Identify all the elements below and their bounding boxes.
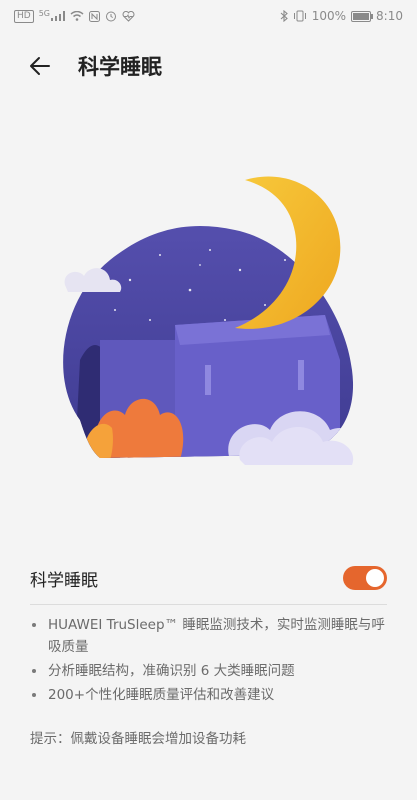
page-title: 科学睡眠 bbox=[78, 55, 162, 79]
battery-icon bbox=[351, 10, 374, 22]
bullet-dot bbox=[32, 669, 36, 673]
clock: 8:10 bbox=[376, 9, 403, 23]
list-item: 200+个性化睡眠质量评估和改善建议 bbox=[30, 684, 390, 706]
arrow-left-icon bbox=[30, 57, 50, 75]
bluetooth-icon bbox=[280, 10, 288, 22]
heart-icon bbox=[122, 10, 135, 22]
divider bbox=[30, 604, 387, 605]
network-label: 5G bbox=[38, 8, 50, 18]
hd-badge: HD bbox=[14, 9, 34, 23]
setting-label: 科学睡眠 bbox=[30, 570, 98, 591]
back-button[interactable] bbox=[16, 42, 64, 90]
app-bar: 科学睡眠 bbox=[0, 42, 417, 90]
wifi-icon bbox=[70, 11, 84, 21]
bullet-dot bbox=[32, 693, 36, 697]
vibrate-icon bbox=[293, 10, 306, 22]
signal-icon bbox=[51, 11, 65, 21]
status-bar-left: HD 5G bbox=[14, 8, 135, 23]
list-item: HUAWEI TruSleep™ 睡眠监测技术，实时监测睡眠与呼吸质量 bbox=[30, 614, 390, 658]
feature-text: 200+个性化睡眠质量评估和改善建议 bbox=[48, 687, 275, 703]
power-tip: 提示：佩戴设备睡眠会增加设备功耗 bbox=[30, 731, 246, 747]
alarm-icon bbox=[106, 11, 116, 22]
sleep-illustration bbox=[63, 176, 354, 465]
feature-text: HUAWEI TruSleep™ 睡眠监测技术，实时监测睡眠与呼吸质量 bbox=[48, 617, 385, 655]
battery-percent: 100% bbox=[311, 9, 347, 23]
science-sleep-setting[interactable]: 科学睡眠 bbox=[0, 554, 417, 602]
science-sleep-toggle[interactable] bbox=[343, 566, 387, 590]
status-bar: HD 5G 100% 8:10 bbox=[0, 0, 417, 32]
bullet-dot bbox=[32, 623, 36, 627]
status-bar-right: 100% 8:10 bbox=[280, 9, 403, 23]
toggle-knob bbox=[366, 569, 384, 587]
feature-text: 分析睡眠结构，准确识别 6 大类睡眠问题 bbox=[48, 663, 295, 679]
nfc-icon bbox=[89, 10, 100, 22]
feature-list: HUAWEI TruSleep™ 睡眠监测技术，实时监测睡眠与呼吸质量 分析睡眠… bbox=[30, 614, 390, 708]
list-item: 分析睡眠结构，准确识别 6 大类睡眠问题 bbox=[30, 660, 390, 682]
